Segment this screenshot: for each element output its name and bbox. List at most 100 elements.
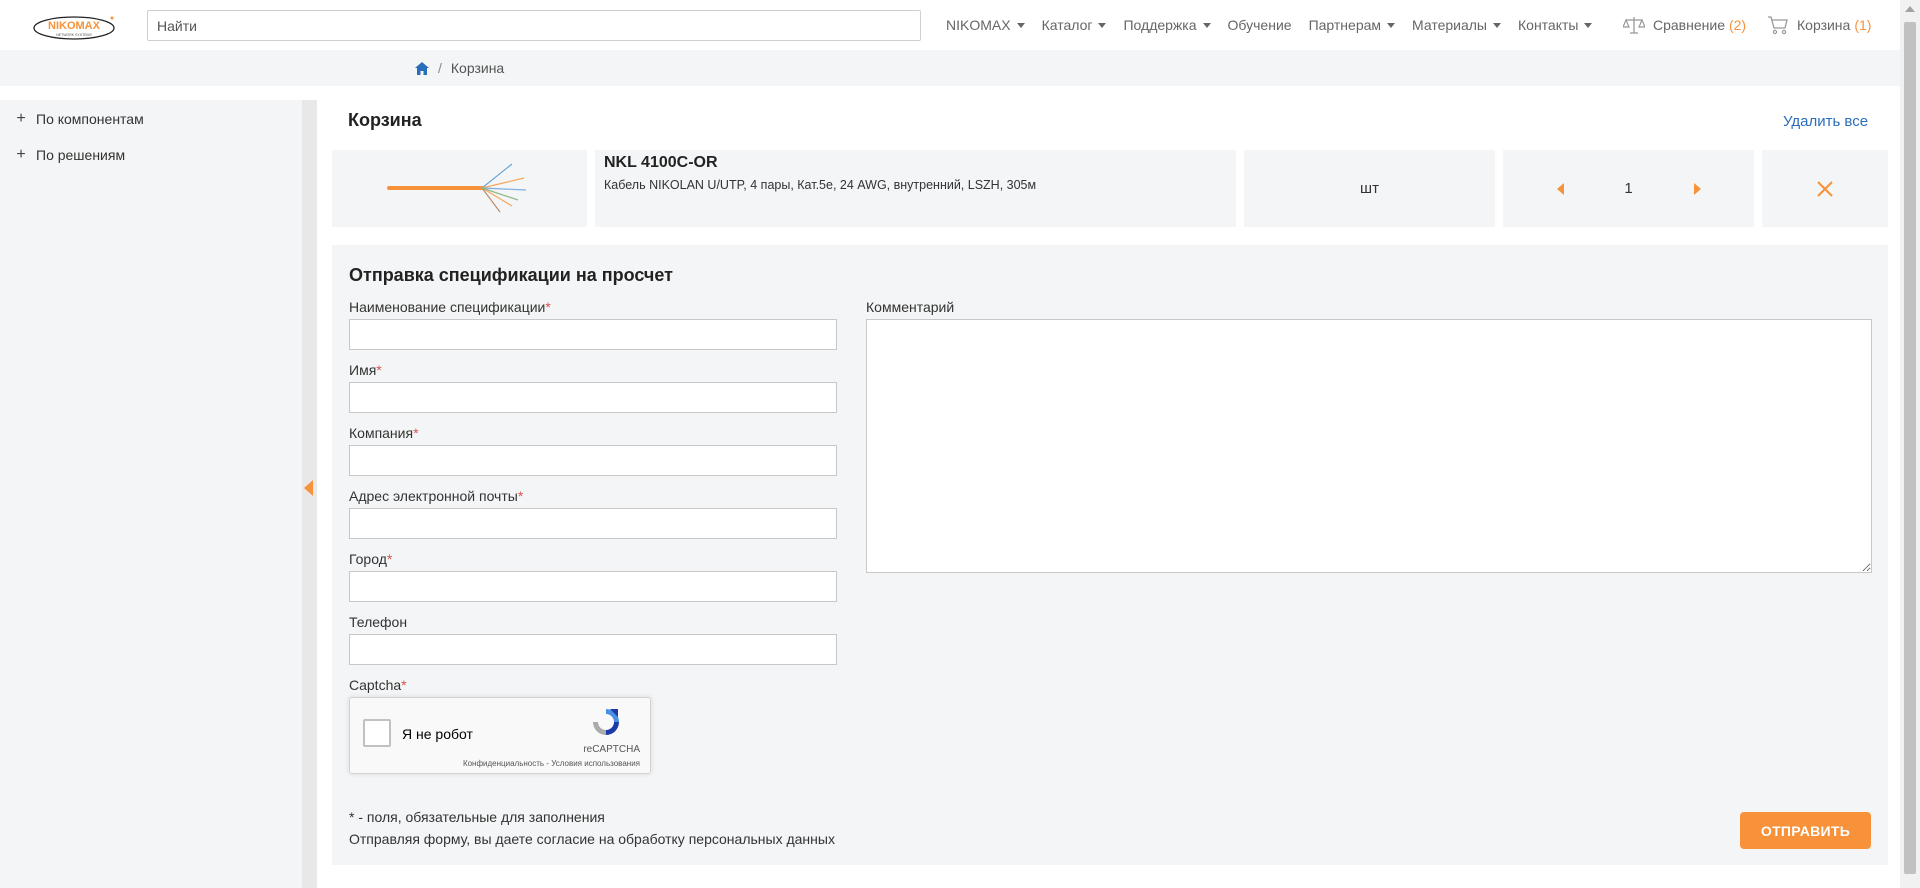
required-marker: * [413, 425, 419, 441]
scrollbar-thumb[interactable] [1904, 22, 1916, 874]
compare-label: Сравнение [1653, 17, 1725, 33]
city-field[interactable] [349, 571, 837, 602]
recaptcha-logo-icon [593, 709, 619, 735]
scroll-up-arrow-icon[interactable] [1905, 6, 1915, 12]
field-label: Имя* [349, 362, 382, 378]
nav-partners[interactable]: Партнерам [1308, 17, 1396, 33]
nav-catalog[interactable]: Каталог [1042, 17, 1107, 33]
nikomax-logo[interactable]: NIKOMAX NETWORK SYSTEMS [32, 14, 116, 42]
recaptcha-brand: reCAPTCHA [583, 744, 640, 755]
comment-label: Комментарий [866, 299, 955, 315]
increase-arrow-icon[interactable] [1693, 182, 1701, 195]
caret-down-icon [1584, 22, 1593, 28]
decrease-arrow-icon[interactable] [1556, 182, 1564, 195]
unit-label: шт [1360, 180, 1379, 197]
top-header: NIKOMAX NETWORK SYSTEMS NIKOMAX Каталог … [0, 0, 1900, 50]
field-label: Компания* [349, 425, 419, 441]
svg-text:NETWORK SYSTEMS: NETWORK SYSTEMS [56, 33, 92, 37]
comment-field[interactable] [866, 319, 1872, 573]
sidebar-item-components[interactable]: + По компонентам [16, 110, 144, 128]
field-label-text: Captcha [349, 677, 402, 693]
sidebar: + По компонентам + По решениям [0, 100, 302, 888]
field-label: Адрес электронной почты* [349, 488, 523, 504]
field-label: Телефон [349, 614, 407, 630]
email-field[interactable] [349, 508, 837, 539]
cart-icon [1768, 16, 1788, 35]
cart-label: Корзина [1797, 17, 1851, 33]
product-description: Кабель NIKOLAN U/UTP, 4 пары, Кат.5е, 24… [604, 178, 1037, 192]
field-label-text: Имя [349, 362, 377, 378]
name-field[interactable] [349, 382, 837, 413]
recaptcha-checkbox[interactable] [363, 719, 391, 747]
field-label-text: Телефон [349, 614, 408, 630]
delete-all-link[interactable]: Удалить все [1783, 113, 1868, 130]
product-code[interactable]: NKL 4100C-OR [604, 154, 718, 172]
breadcrumb-separator: / [438, 60, 442, 76]
recaptcha-terms-link[interactable]: Конфиденциальность - Условия использован… [350, 759, 640, 768]
breadcrumb-bar: / Корзина [0, 50, 1900, 86]
recaptcha-label: Я не робот [402, 726, 473, 742]
quantity-value[interactable]: 1 [1619, 180, 1639, 197]
submit-button[interactable]: ОТПРАВИТЬ [1740, 812, 1871, 849]
collapse-sidebar-arrow-icon[interactable] [304, 480, 313, 496]
nav-label: Каталог [1041, 17, 1093, 33]
nav-label: Обучение [1227, 17, 1292, 33]
search-input[interactable] [147, 10, 921, 41]
field-label-text: Компания [349, 425, 414, 441]
phone-field[interactable] [349, 634, 837, 665]
breadcrumb-current: Корзина [450, 60, 505, 76]
svg-text:NIKOMAX: NIKOMAX [48, 20, 101, 32]
home-icon[interactable] [415, 61, 429, 75]
form-title: Отправка спецификации на просчет [349, 265, 673, 285]
field-label: Город* [349, 551, 392, 567]
product-info: NKL 4100C-OR Кабель NIKOLAN U/UTP, 4 пар… [595, 150, 1236, 227]
nav-support[interactable]: Поддержка [1123, 17, 1211, 33]
required-note: * - поля, обязательные для заполнения [349, 809, 605, 825]
breadcrumb: / Корзина [415, 50, 504, 86]
nav-training[interactable]: Обучение [1228, 17, 1292, 33]
nav-label: NIKOMAX [946, 17, 1011, 33]
caret-down-icon [1098, 22, 1107, 28]
nav-nikomax[interactable]: NIKOMAX [946, 17, 1025, 33]
nav-label: Партнерам [1308, 17, 1382, 33]
plus-icon: + [16, 110, 26, 127]
remove-item-button[interactable] [1762, 150, 1888, 227]
product-image[interactable] [332, 150, 587, 227]
captcha-label: Captcha* [349, 677, 407, 693]
specification-form: Отправка спецификации на просчет Наимено… [332, 245, 1888, 865]
required-marker: * [401, 677, 407, 693]
close-icon [1817, 180, 1833, 197]
required-marker: * [545, 299, 551, 315]
required-marker: * [517, 488, 524, 504]
required-marker: * [376, 362, 382, 378]
company-field[interactable] [349, 445, 837, 476]
cart-link[interactable]: Корзина (1) [1767, 0, 1871, 50]
page-scrollbar[interactable] [1900, 0, 1920, 888]
field-label-text: Наименование спецификации [349, 299, 546, 315]
consent-note: Отправляя форму, вы даете согласие на об… [349, 831, 835, 847]
compare-link[interactable]: Сравнение (2) [1623, 0, 1746, 50]
caret-down-icon [1016, 22, 1025, 28]
caret-down-icon [1493, 22, 1501, 28]
quantity-stepper: 1 [1503, 150, 1754, 227]
nav-materials[interactable]: Материалы [1412, 17, 1501, 33]
required-marker: * [386, 551, 393, 567]
cart-count: (1) [1854, 17, 1872, 33]
field-label-text: Адрес электронной почты [349, 488, 518, 504]
sidebar-item-label: По решениям [36, 147, 126, 163]
page-title: Корзина [348, 110, 422, 130]
cable-image-icon [387, 163, 527, 213]
spec-name-field[interactable] [349, 319, 837, 350]
nav-contacts[interactable]: Контакты [1518, 17, 1593, 33]
field-label: Наименование спецификации* [349, 299, 551, 315]
nav-label: Контакты [1518, 17, 1579, 33]
sidebar-item-label: По компонентам [36, 111, 144, 127]
scales-icon [1623, 17, 1645, 34]
nav-label: Поддержка [1123, 17, 1197, 33]
sidebar-item-solutions[interactable]: + По решениям [16, 146, 125, 164]
caret-down-icon [1202, 22, 1211, 28]
main-nav: NIKOMAX Каталог Поддержка Обучение Партн… [946, 0, 1609, 50]
product-unit: шт [1244, 150, 1495, 227]
recaptcha-widget: Я не робот reCAPTCHA Конфиденциальность … [349, 697, 651, 774]
nav-label: Материалы [1412, 17, 1487, 33]
